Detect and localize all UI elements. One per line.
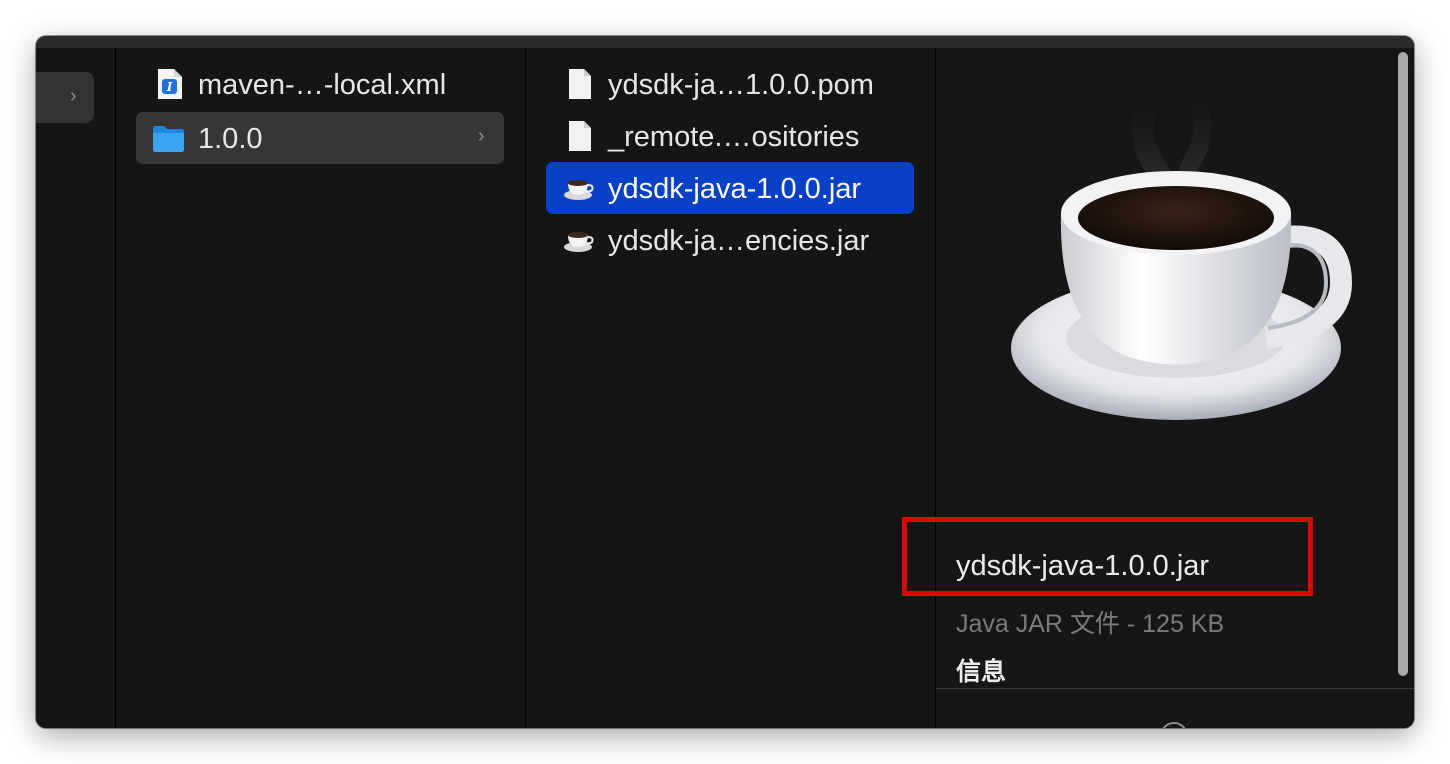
finder-window: › I maven-…-local.xml 1.0.0 › ydsdk-ja…1… [36,36,1414,728]
preview-info-heading: 信息 [956,658,1007,686]
preview-pane: ydsdk-java-1.0.0.jar Java JAR 文件 - 125 K… [936,48,1414,728]
chevron-right-icon: › [478,125,485,147]
list-item-label: ydsdk-ja…1.0.0.pom [608,69,874,101]
annotation-highlight-box [902,517,1313,596]
list-item-remote-repositories[interactable]: _remote.…ositories [546,110,914,162]
list-item-label: ydsdk-java-1.0.0.jar [608,173,862,205]
java-cup-preview-icon [1011,89,1353,420]
parent-selected-row[interactable]: › [36,72,94,123]
column-version[interactable]: ydsdk-ja…1.0.0.pom _remote.…ositories yd… [526,48,936,728]
svg-text:I: I [166,80,173,94]
folder-icon [153,126,184,152]
preview-divider [936,688,1414,689]
more-options-icon[interactable] [1160,722,1188,728]
list-item-label: ydsdk-ja…encies.jar [608,225,870,257]
preview-scrollbar[interactable] [1398,52,1408,676]
window-top-edge [36,36,1414,48]
list-item-folder-1-0-0[interactable]: 1.0.0 › [136,112,504,164]
list-item-maven-xml[interactable]: I maven-…-local.xml [136,58,504,110]
document-icon [569,121,591,151]
preview-file-kind-size: Java JAR 文件 - 125 KB [956,610,1225,638]
xml-document-icon: I [158,69,182,99]
list-item-label: _remote.…ositories [608,121,860,153]
chevron-right-icon: › [70,85,77,107]
list-item-label: maven-…-local.xml [198,69,447,101]
list-item-dependencies-jar[interactable]: ydsdk-ja…encies.jar [546,214,914,266]
java-cup-icon [564,232,594,252]
java-cup-icon [564,180,594,200]
column-parent[interactable]: › [36,48,116,728]
list-item-jar-selected[interactable]: ydsdk-java-1.0.0.jar [546,162,914,214]
document-icon [569,69,591,99]
list-item-label: 1.0.0 [198,123,263,155]
list-item-pom[interactable]: ydsdk-ja…1.0.0.pom [546,58,914,110]
column-maven[interactable]: I maven-…-local.xml 1.0.0 › [116,48,526,728]
